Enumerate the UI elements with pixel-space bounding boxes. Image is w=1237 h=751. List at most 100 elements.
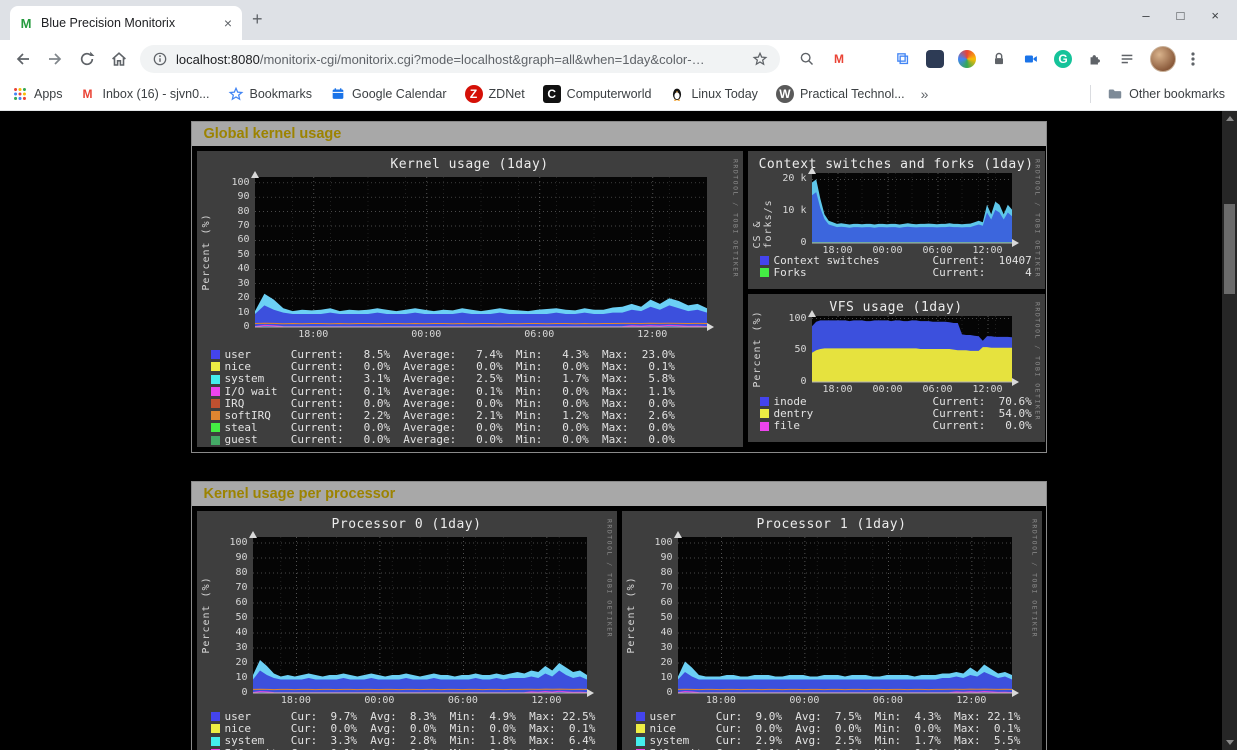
copy-pages-icon[interactable]	[890, 46, 916, 72]
bookmark-label: Google Calendar	[352, 87, 447, 101]
processor-0-plot[interactable]: 010203040506070809010018:0000:0006:0012:…	[253, 537, 587, 693]
y-axis-tick: 100	[654, 538, 672, 548]
browser-window: M Blue Precision Monitorix × + – □ × loc…	[0, 0, 1237, 751]
navigation-bar: localhost:8080/monitorix-cgi/monitorix.c…	[0, 40, 1237, 78]
new-tab-button[interactable]: +	[252, 9, 263, 30]
legend-color-swatch	[636, 737, 645, 746]
graph-legend: user Current: 8.5% Average: 7.4% Min: 4.…	[211, 349, 675, 447]
legend-text: nice Current: 0.0% Average: 0.0% Min: 0.…	[225, 361, 675, 372]
rrdtool-watermark: RRDTOOL / TOBI OETIKER	[1034, 302, 1042, 421]
bookmark-item[interactable]: Bookmarks	[228, 86, 313, 102]
x-axis-tick: 06:00	[524, 330, 554, 340]
y-axis-tick: 0	[666, 688, 672, 698]
legend-text: inode Current: 70.6%	[774, 396, 1032, 407]
bookmark-item[interactable]: ZZDNet	[465, 85, 525, 103]
rrdtool-watermark: RRDTOOL / TOBI OETIKER	[1031, 519, 1039, 638]
legend-row: guest Current: 0.0% Average: 0.0% Min: 0…	[211, 434, 675, 445]
y-axis-tick: 100	[788, 314, 806, 324]
legend-color-swatch	[636, 712, 645, 721]
color-wheel-extension-icon[interactable]	[954, 46, 980, 72]
star-favicon	[228, 86, 244, 102]
bookmark-item[interactable]: Google Calendar	[330, 86, 447, 102]
reading-list-icon[interactable]	[1114, 46, 1140, 72]
bookmark-item[interactable]: WPractical Technol...	[776, 85, 905, 103]
scrollbar-down-arrow[interactable]	[1222, 735, 1237, 750]
bookmarks-overflow-chevron[interactable]: »	[921, 86, 929, 102]
other-bookmarks[interactable]: Other bookmarks	[1107, 86, 1225, 102]
legend-text: user Current: 8.5% Average: 7.4% Min: 4.…	[225, 349, 675, 360]
y-axis-tick: 30	[235, 643, 247, 653]
kernel-usage-plot[interactable]: 010203040506070809010018:0000:0006:0012:…	[255, 177, 707, 327]
vfs-usage-plot[interactable]: 05010018:0000:0006:0012:00	[812, 316, 1012, 382]
search-extension-icon[interactable]	[794, 46, 820, 72]
y-axis-tick: 80	[660, 568, 672, 578]
lock-extension-icon[interactable]	[986, 46, 1012, 72]
y-axis-label: Percent (%)	[752, 310, 763, 387]
vfs-usage-graph-panel: VFS usage (1day) 05010018:0000:0006:0012…	[748, 294, 1045, 442]
legend-text: I/O wait Current: 0.1% Average: 0.1% Min…	[225, 386, 675, 397]
legend-text: user Cur: 9.7% Avg: 8.3% Min: 4.9% Max: …	[225, 711, 596, 722]
kernel-usage-graph-panel: Kernel usage (1day) 01020304050607080901…	[197, 151, 743, 447]
url-text: localhost:8080/monitorix-cgi/monitorix.c…	[176, 52, 744, 67]
legend-text: guest Current: 0.0% Average: 0.0% Min: 0…	[225, 434, 675, 445]
apps-shortcut[interactable]: Apps	[12, 86, 63, 102]
bookmark-item[interactable]: C Computerworld	[543, 85, 652, 103]
browser-tab[interactable]: M Blue Precision Monitorix ×	[10, 6, 242, 40]
tab-close-icon[interactable]: ×	[222, 15, 234, 31]
mail-checker-icon[interactable]	[858, 46, 884, 72]
forward-button[interactable]	[40, 44, 70, 74]
dark-extension-icon[interactable]	[922, 46, 948, 72]
back-button[interactable]	[8, 44, 38, 74]
address-bar[interactable]: localhost:8080/monitorix-cgi/monitorix.c…	[140, 45, 780, 73]
grammarly-icon[interactable]: G	[1050, 46, 1076, 72]
y-axis-tick: 0	[800, 377, 806, 387]
legend-color-swatch	[211, 375, 220, 384]
legend-color-swatch	[211, 724, 220, 733]
letter-favicon: M	[79, 85, 97, 103]
x-axis-tick: 12:00	[637, 330, 667, 340]
legend-row: Forks Current: 4	[760, 267, 1032, 278]
legend-row: user Current: 8.5% Average: 7.4% Min: 4.…	[211, 349, 675, 360]
legend-row: I/O wait Cur: 0.1% Avg: 0.1% Min: 0.0% M…	[636, 748, 1021, 750]
gmail-icon[interactable]: M	[826, 46, 852, 72]
bookmark-star-icon[interactable]	[752, 51, 768, 67]
screen-capture-icon[interactable]	[1018, 46, 1044, 72]
bookmark-item[interactable]: Linux Today	[669, 86, 758, 102]
y-axis-tick: 70	[660, 583, 672, 593]
bookmark-item[interactable]: MInbox (16) - sjvn0...	[79, 85, 210, 103]
legend-color-swatch	[760, 397, 769, 406]
context-switches-graph-panel: Context switches and forks (1day) 010 k2…	[748, 151, 1045, 289]
graph-title: Processor 0 (1day)	[197, 517, 617, 532]
graph-title: Kernel usage (1day)	[197, 157, 743, 172]
vertical-scrollbar[interactable]	[1222, 111, 1237, 750]
processor-1-plot[interactable]: 010203040506070809010018:0000:0006:0012:…	[678, 537, 1012, 693]
extensions-puzzle-icon[interactable]	[1082, 46, 1108, 72]
bookmark-items: MInbox (16) - sjvn0... Bookmarks Google Ca…	[79, 85, 905, 103]
page-info-icon[interactable]	[152, 51, 168, 67]
minimize-button[interactable]: –	[1142, 8, 1149, 23]
scrollbar-up-arrow[interactable]	[1222, 111, 1237, 126]
legend-text: nice Cur: 0.0% Avg: 0.0% Min: 0.0% Max: …	[225, 723, 596, 734]
letter-favicon: C	[543, 85, 561, 103]
legend-color-swatch	[211, 712, 220, 721]
legend-text: file Current: 0.0%	[774, 420, 1032, 431]
scrollbar-thumb[interactable]	[1224, 204, 1235, 294]
close-button[interactable]: ×	[1211, 8, 1219, 23]
legend-row: IRQ Current: 0.0% Average: 0.0% Min: 0.0…	[211, 398, 675, 409]
context-switches-plot[interactable]: 010 k20 k18:0000:0006:0012:00	[812, 173, 1012, 243]
legend-row: inode Current: 70.6%	[760, 396, 1032, 407]
title-bar: M Blue Precision Monitorix × + – □ ×	[0, 0, 1237, 40]
reload-button[interactable]	[72, 44, 102, 74]
y-axis-tick: 80	[237, 207, 249, 217]
browser-menu-icon[interactable]	[1178, 44, 1208, 74]
y-axis-tick: 50	[794, 345, 806, 355]
graph-legend: Context switches Current: 10407Forks Cur…	[760, 255, 1032, 279]
home-button[interactable]	[104, 44, 134, 74]
processor-1-graph-panel: Processor 1 (1day) 010203040506070809010…	[622, 511, 1042, 750]
profile-avatar[interactable]	[1150, 46, 1176, 72]
legend-row: steal Current: 0.0% Average: 0.0% Min: 0…	[211, 422, 675, 433]
graph-legend: inode Current: 70.6%dentry Current: 54.0…	[760, 396, 1032, 433]
legend-text: IRQ Current: 0.0% Average: 0.0% Min: 0.0…	[225, 398, 675, 409]
maximize-button[interactable]: □	[1177, 8, 1185, 23]
bookmark-label: Computerworld	[567, 87, 652, 101]
